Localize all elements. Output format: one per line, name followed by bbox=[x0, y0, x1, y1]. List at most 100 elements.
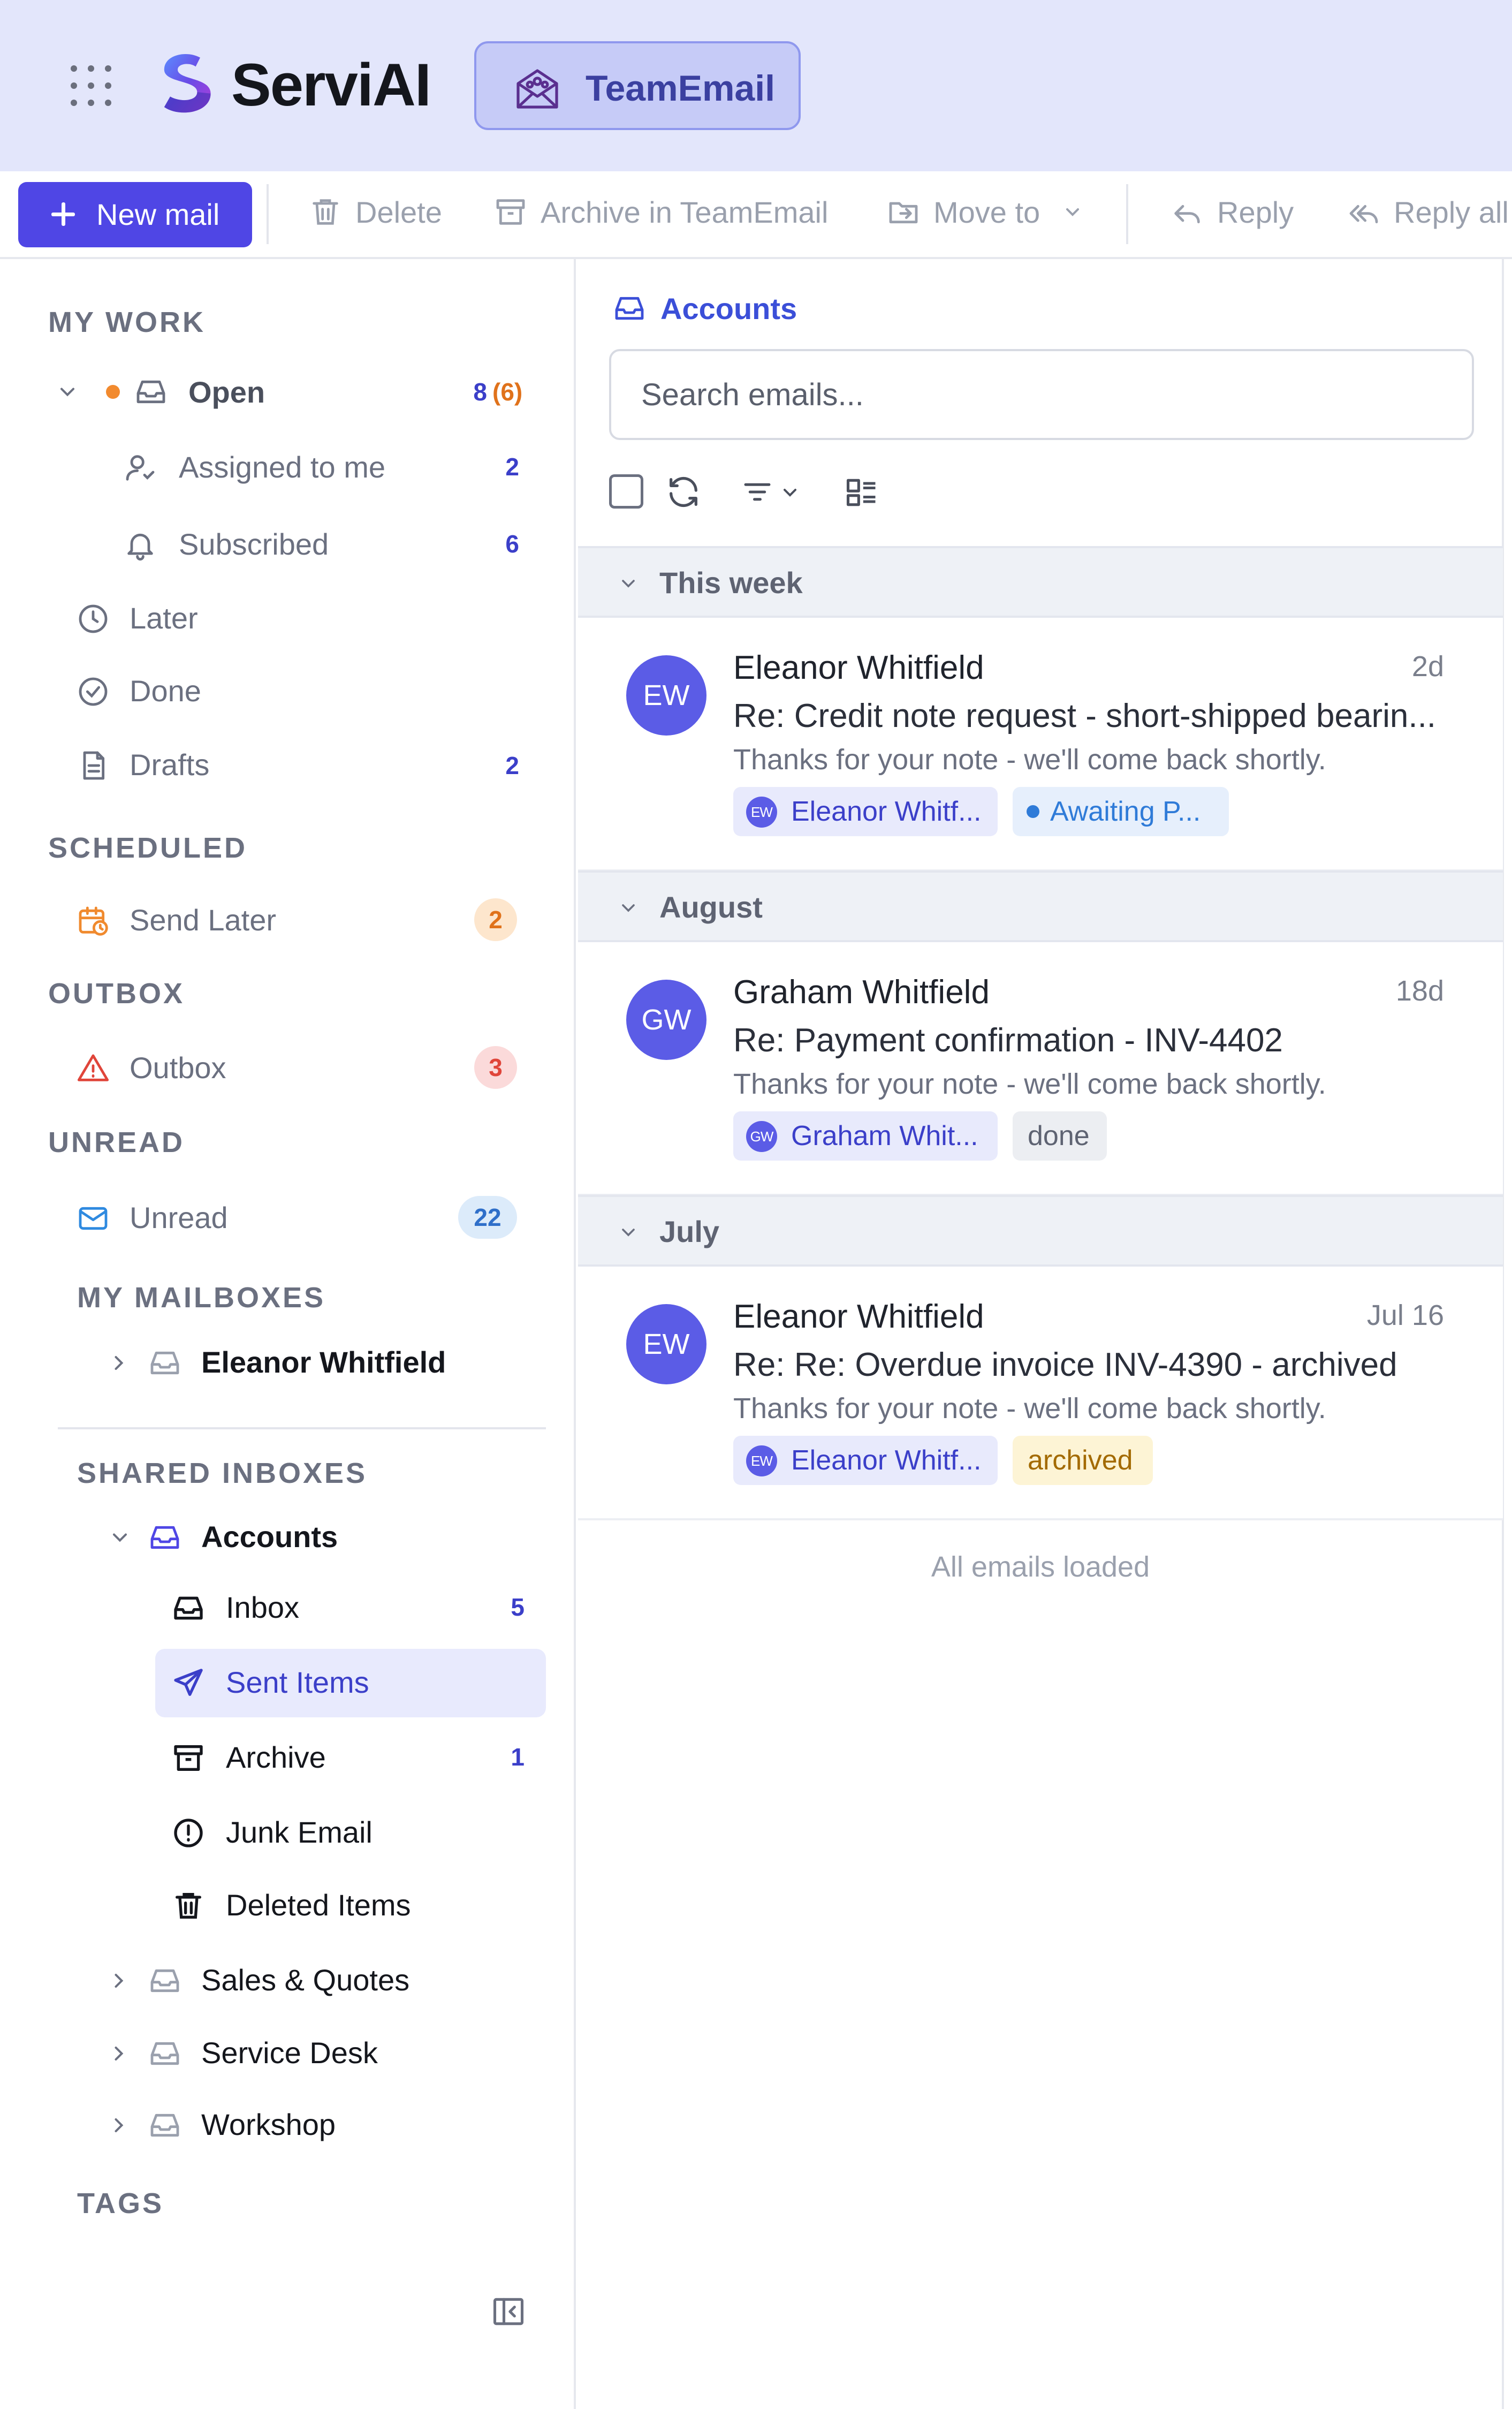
sidebar-item-outbox[interactable]: Outbox 3 bbox=[48, 1034, 541, 1099]
sidebar-item-label: Archive bbox=[226, 1740, 326, 1774]
email-preview: Thanks for your note - we'll come back s… bbox=[733, 1392, 1326, 1425]
inbox-icon bbox=[150, 2113, 179, 2137]
sidebar-item-assigned-to-me[interactable]: Assigned to me 2 bbox=[48, 434, 541, 498]
inbox-count: 5 bbox=[511, 1593, 525, 1621]
group-label: August bbox=[659, 890, 763, 924]
sidebar-item-label: Sales & Quotes bbox=[201, 1963, 410, 1997]
group-header-august[interactable]: August bbox=[578, 870, 1503, 942]
unread-dot bbox=[106, 385, 120, 399]
sidebar-item-subscribed[interactable]: Subscribed 6 bbox=[48, 511, 541, 575]
select-all-checkbox[interactable] bbox=[609, 474, 643, 509]
sidebar-item-unread[interactable]: Unread 22 bbox=[48, 1184, 541, 1248]
archive-in-teamemail-button[interactable]: Archive in TeamEmail bbox=[493, 190, 847, 238]
filter-icon[interactable] bbox=[740, 474, 775, 510]
folder-archive[interactable]: Archive 1 bbox=[155, 1724, 546, 1792]
assignee-tag[interactable]: EW Eleanor Whitf... bbox=[733, 1436, 998, 1485]
assignee-tag[interactable]: GW Graham Whit... bbox=[733, 1111, 998, 1161]
sidebar-item-label: Drafts bbox=[130, 748, 210, 782]
folder-junk-email[interactable]: Junk Email bbox=[155, 1799, 546, 1867]
shared-inbox-accounts[interactable]: Accounts bbox=[77, 1504, 546, 1569]
folder-deleted-items[interactable]: Deleted Items bbox=[155, 1872, 546, 1940]
chevron-right-icon[interactable] bbox=[107, 1351, 131, 1375]
email-preview: Thanks for your note - we'll come back s… bbox=[733, 744, 1326, 776]
sidebar-item-label: Later bbox=[130, 601, 198, 635]
chevron-down-icon bbox=[622, 580, 635, 588]
email-row[interactable]: EW Eleanor Whitfield 2d Re: Credit note … bbox=[578, 618, 1503, 872]
group-header-july[interactable]: July bbox=[578, 1195, 1503, 1267]
reply-all-button[interactable]: Reply all bbox=[1347, 190, 1512, 238]
section-title-tags: TAGS bbox=[77, 2187, 164, 2219]
sidebar-item-label: Inbox bbox=[226, 1590, 299, 1624]
shared-inbox-sales-quotes[interactable]: Sales & Quotes bbox=[77, 1948, 546, 2012]
group-header-this-week[interactable]: This week bbox=[578, 546, 1503, 618]
mini-avatar: GW bbox=[746, 1121, 777, 1152]
sidebar-item-drafts[interactable]: Drafts 2 bbox=[48, 732, 541, 797]
folder-inbox[interactable]: Inbox 5 bbox=[155, 1574, 546, 1642]
reply-button[interactable]: Reply bbox=[1170, 190, 1309, 238]
sidebar-item-label: Subscribed bbox=[179, 527, 329, 561]
search-input[interactable] bbox=[609, 349, 1474, 440]
email-subject: Re: Credit note request - short-shipped … bbox=[733, 698, 1437, 734]
drafts-count: 2 bbox=[505, 752, 519, 779]
sidebar-item-label: Deleted Items bbox=[226, 1888, 411, 1922]
view-layout-icon[interactable] bbox=[844, 474, 880, 511]
status-badge[interactable]: archived bbox=[1013, 1436, 1153, 1485]
delete-button[interactable]: Delete bbox=[308, 190, 447, 238]
sidebar: MY WORK Open 8 (6) Assigned to me 2 Subs… bbox=[0, 259, 576, 2409]
send-later-count-badge: 2 bbox=[474, 898, 517, 941]
email-row[interactable]: GW Graham Whitfield 18d Re: Payment conf… bbox=[578, 942, 1503, 1196]
toolbar-divider bbox=[267, 184, 269, 244]
user-check-icon bbox=[126, 455, 155, 481]
avatar: GW bbox=[626, 980, 706, 1060]
new-mail-button[interactable]: New mail bbox=[18, 182, 252, 247]
sidebar-item-label: Service Desk bbox=[201, 2036, 378, 2070]
shared-inbox-workshop[interactable]: Workshop bbox=[77, 2092, 546, 2156]
chevron-down-icon bbox=[622, 904, 635, 912]
archive-icon bbox=[496, 199, 525, 225]
chevron-right-icon[interactable] bbox=[107, 1969, 131, 1993]
sidebar-item-label: Accounts bbox=[201, 1520, 338, 1554]
sidebar-item-open[interactable]: Open 8 (6) bbox=[48, 359, 541, 423]
section-title-my-work: MY WORK bbox=[48, 306, 206, 338]
sidebar-item-label: Unread bbox=[130, 1201, 228, 1234]
refresh-icon[interactable] bbox=[665, 473, 702, 511]
product-switcher-teamemail[interactable]: TeamEmail bbox=[474, 41, 801, 130]
breadcrumb-label: Accounts bbox=[660, 292, 797, 325]
team-mail-icon bbox=[516, 69, 558, 109]
section-title-shared-inboxes: SHARED INBOXES bbox=[77, 1457, 368, 1489]
brand-name: ServiAI bbox=[231, 51, 431, 118]
email-subject: Re: Payment confirmation - INV-4402 bbox=[733, 1022, 1283, 1059]
sidebar-item-label: Open bbox=[188, 375, 265, 409]
chevron-right-icon[interactable] bbox=[107, 2042, 131, 2065]
reply-all-icon bbox=[1349, 204, 1378, 224]
sidebar-item-later[interactable]: Later bbox=[48, 586, 541, 650]
sidebar-item-label: Sent Items bbox=[226, 1665, 369, 1699]
move-folder-icon bbox=[889, 202, 918, 224]
inbox-icon bbox=[150, 2042, 179, 2065]
chevron-down-icon[interactable] bbox=[56, 380, 79, 404]
email-row[interactable]: EW Eleanor Whitfield Jul 16 Re: Re: Over… bbox=[578, 1267, 1503, 1520]
shared-inbox-service-desk[interactable]: Service Desk bbox=[77, 2020, 546, 2085]
app-launcher-icon[interactable] bbox=[70, 64, 112, 107]
sidebar-item-label: Send Later bbox=[130, 903, 276, 937]
move-to-dropdown[interactable]: Move to bbox=[886, 190, 1090, 238]
email-age: 2d bbox=[1411, 650, 1444, 683]
chevron-down-icon[interactable] bbox=[779, 482, 801, 503]
chevron-right-icon[interactable] bbox=[107, 2113, 131, 2137]
sidebar-item-done[interactable]: Done bbox=[48, 658, 541, 723]
mini-avatar: EW bbox=[746, 797, 777, 828]
sidebar-item-send-later[interactable]: Send Later 2 bbox=[48, 887, 541, 951]
status-badge[interactable]: done bbox=[1013, 1111, 1107, 1161]
mailbox-eleanor-whitfield[interactable]: Eleanor Whitfield bbox=[77, 1330, 546, 1394]
status-label: archived bbox=[1028, 1445, 1133, 1476]
email-age: Jul 16 bbox=[1366, 1299, 1444, 1331]
assignee-tag[interactable]: EW Eleanor Whitf... bbox=[733, 787, 998, 836]
chevron-down-icon[interactable] bbox=[108, 1526, 132, 1549]
inbox-icon bbox=[150, 1969, 179, 1993]
status-label: done bbox=[1028, 1120, 1090, 1152]
collapse-sidebar-icon[interactable] bbox=[490, 2293, 527, 2330]
open-count: 8 bbox=[473, 378, 487, 406]
status-badge[interactable]: Awaiting P... bbox=[1013, 787, 1229, 836]
check-circle-icon bbox=[79, 677, 108, 706]
folder-sent-items[interactable]: Sent Items bbox=[155, 1649, 546, 1717]
